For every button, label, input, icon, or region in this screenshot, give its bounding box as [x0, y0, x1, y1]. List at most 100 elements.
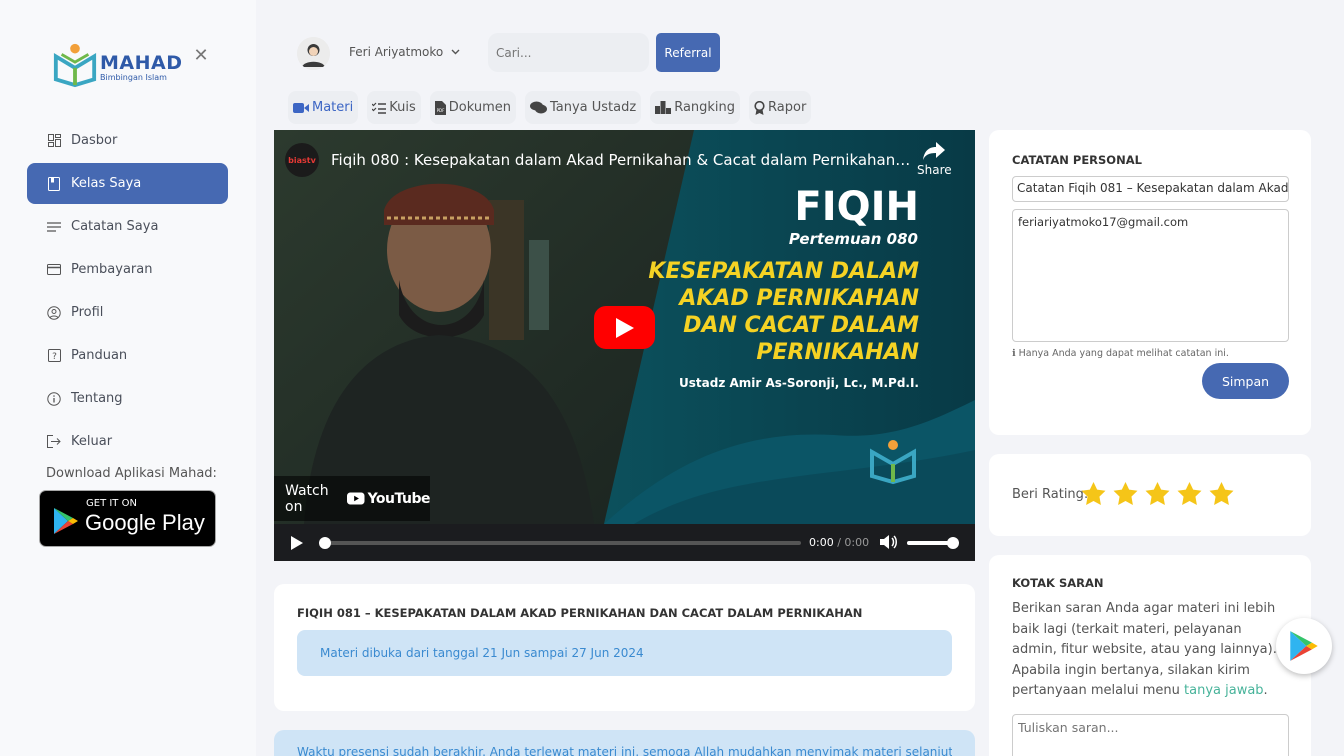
youtube-play-button[interactable] — [594, 306, 655, 349]
notes-heading: CATATAN PERSONAL — [1012, 153, 1142, 167]
time-separator: / — [833, 536, 845, 549]
user-avatar-icon — [297, 37, 330, 70]
google-play-icon — [54, 508, 78, 534]
time-display: 0:00 / 0:00 — [809, 536, 869, 549]
note-title-input[interactable]: Catatan Fiqih 081 – Kesepakatan dalam Ak… — [1012, 176, 1289, 202]
share-label: Share — [917, 163, 952, 177]
share-button[interactable]: Share — [917, 142, 952, 177]
video-title[interactable]: Fiqih 080 : Kesepakatan dalam Akad Perni… — [331, 151, 911, 169]
sidebar-item-dasbor[interactable]: Dasbor — [27, 120, 228, 161]
save-note-button[interactable]: Simpan — [1202, 363, 1289, 399]
tab-label: Materi — [312, 100, 354, 115]
sidebar-item-label: Keluar — [71, 434, 113, 449]
svg-text:?: ? — [52, 352, 57, 362]
volume-slider[interactable] — [907, 537, 959, 549]
channel-avatar[interactable]: biastv — [285, 143, 319, 177]
lesson-title: FIQIH 081 – KESEPAKATAN DALAM AKAD PERNI… — [297, 606, 863, 620]
sidebar-item-kelas-saya[interactable]: Kelas Saya — [27, 163, 228, 204]
progress-bar[interactable] — [319, 537, 801, 549]
info-icon — [46, 391, 62, 407]
referral-button[interactable]: Referral — [656, 33, 720, 72]
sidebar-item-label: Catatan Saya — [71, 219, 159, 234]
tab-dokumen[interactable]: PDF Dokumen — [429, 91, 516, 124]
youtube-icon — [347, 492, 365, 505]
dashboard-icon — [46, 133, 62, 149]
star-icon[interactable] — [1081, 482, 1106, 506]
late-notice: Waktu presensi sudah berakhir. Anda terl… — [297, 745, 952, 756]
tab-rangking[interactable]: Rangking — [650, 91, 741, 124]
suggestion-input[interactable] — [1012, 714, 1289, 756]
youtube-label: YouTube — [367, 490, 431, 507]
google-play-icon — [1290, 631, 1318, 661]
note-body-input[interactable]: feriariyatmoko17@gmail.com — [1012, 209, 1289, 342]
chat-icon — [529, 101, 547, 114]
tab-label: Kuis — [389, 100, 416, 115]
tab-label: Rapor — [768, 100, 807, 115]
google-play-small: GET IT ON — [86, 498, 137, 509]
book-icon — [46, 176, 62, 192]
search-input[interactable] — [488, 33, 649, 72]
username: Feri Ariyatmoko — [349, 45, 444, 59]
sidebar-item-profil[interactable]: Profil — [27, 292, 228, 333]
play-icon — [615, 317, 634, 338]
personal-notes-card: CATATAN PERSONAL Catatan Fiqih 081 – Kes… — [989, 130, 1311, 435]
chevron-down-icon — [451, 47, 460, 58]
rating-label: Beri Rating: — [1012, 487, 1089, 502]
watch-on-youtube[interactable]: Watch on YouTube — [274, 476, 431, 521]
tab-rapor[interactable]: Rapor — [749, 91, 812, 124]
tab-materi[interactable]: Materi — [288, 91, 359, 124]
user-menu[interactable]: Feri Ariyatmoko — [349, 45, 460, 59]
checklist-icon — [372, 102, 387, 114]
video-icon — [293, 102, 309, 113]
star-icon[interactable] — [1145, 482, 1170, 506]
volume-knob[interactable] — [947, 537, 959, 549]
info-icon: ℹ — [1012, 348, 1016, 359]
progress-knob[interactable] — [319, 537, 331, 549]
star-icon[interactable] — [1113, 482, 1138, 506]
video-controls: 0:00 / 0:00 — [274, 524, 975, 561]
video-player[interactable]: biastv Fiqih 080 : Kesepakatan dalam Aka… — [274, 130, 975, 561]
lines-icon — [46, 219, 62, 235]
tanya-jawab-link[interactable]: tanya jawab — [1184, 683, 1264, 698]
watch-on-label: Watch on — [285, 482, 329, 515]
sidebar-nav: Dasbor Kelas Saya Catatan Saya Pembayara… — [27, 120, 228, 464]
volume-icon — [880, 535, 897, 549]
thumb-heading: FIQIH — [794, 184, 919, 230]
star-icon[interactable] — [1177, 482, 1202, 506]
card-icon — [46, 262, 62, 278]
share-icon — [923, 142, 946, 160]
sidebar-item-catatan-saya[interactable]: Catatan Saya — [27, 206, 228, 247]
logout-icon — [46, 434, 62, 450]
volume-button[interactable] — [880, 534, 898, 554]
sidebar-item-pembayaran[interactable]: Pembayaran — [27, 249, 228, 290]
podium-icon — [655, 101, 672, 114]
tab-tanya-ustadz[interactable]: Tanya Ustadz — [524, 91, 642, 124]
thumb-headline: KESEPAKATAN DALAM AKAD PERNIKAHAN DAN CA… — [648, 259, 919, 365]
play-button[interactable] — [291, 535, 303, 554]
sidebar-item-label: Kelas Saya — [71, 176, 142, 191]
svg-text:PDF: PDF — [436, 108, 444, 113]
suggestion-card: KOTAK SARAN Berikan saran Anda agar mate… — [989, 555, 1311, 756]
avatar[interactable] — [297, 37, 330, 70]
sidebar-item-panduan[interactable]: ? Panduan — [27, 335, 228, 376]
time-current: 0:00 — [809, 536, 834, 549]
pdf-icon: PDF — [434, 100, 446, 115]
tab-label: Rangking — [674, 100, 736, 115]
sidebar-item-tentang[interactable]: Tentang — [27, 378, 228, 419]
user-circle-icon — [46, 305, 62, 321]
sidebar-item-keluar[interactable]: Keluar — [27, 421, 228, 462]
google-play-fab[interactable] — [1276, 618, 1332, 674]
rating-card: Beri Rating: — [989, 454, 1311, 536]
content-tabs: Materi Kuis PDF Dokumen Tanya Ustadz Ran… — [288, 91, 820, 124]
tab-kuis[interactable]: Kuis — [367, 91, 421, 124]
google-play-badge[interactable]: GET IT ON Google Play — [39, 490, 216, 547]
late-notice-card: Waktu presensi sudah berakhir. Anda terl… — [274, 730, 975, 756]
google-play-big: Google Play — [85, 510, 205, 535]
close-icon[interactable]: ✕ — [193, 47, 209, 65]
star-icon[interactable] — [1209, 482, 1234, 506]
suggestion-heading: KOTAK SARAN — [1012, 576, 1104, 590]
notes-hint: ℹ Hanya Anda yang dapat melihat catatan … — [1012, 348, 1229, 359]
thumb-speaker: Ustadz Amir As-Soronji, Lc., M.Pd.I. — [679, 376, 919, 390]
open-date-notice: Materi dibuka dari tanggal 21 Jun sampai… — [297, 630, 952, 676]
lesson-card: FIQIH 081 – KESEPAKATAN DALAM AKAD PERNI… — [274, 584, 975, 711]
